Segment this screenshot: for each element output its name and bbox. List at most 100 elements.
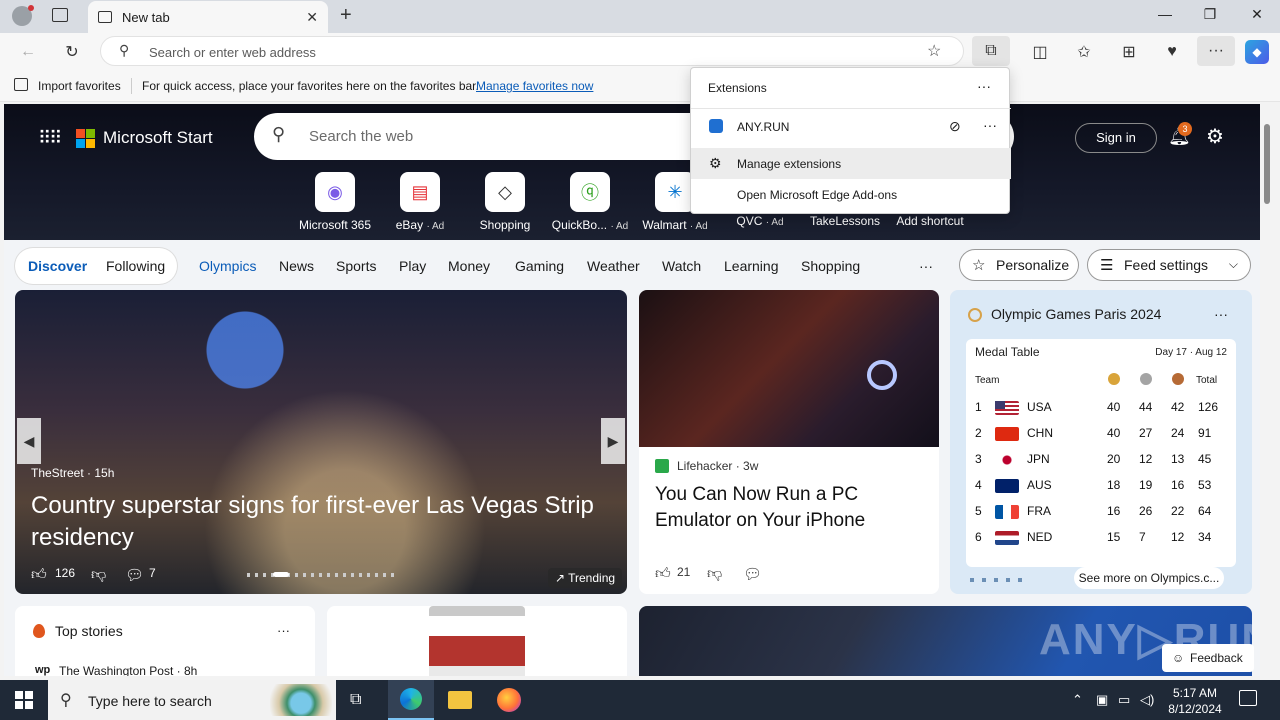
system-clock[interactable]: 5:17 AM 8/12/2024 [1160, 685, 1230, 717]
quick-link-takelessons[interactable]: TakeLessons [805, 214, 885, 228]
nav-play[interactable]: Play [399, 258, 426, 274]
import-favorites-button[interactable]: Import favorites [38, 79, 121, 93]
manage-extensions-item[interactable]: ⚙ Manage extensions [691, 148, 1011, 179]
import-icon [14, 78, 28, 91]
tab-title: New tab [122, 9, 170, 25]
address-bar[interactable]: ⚲ Search or enter web address ☆ [100, 36, 964, 66]
table-row[interactable]: 4 AUS 18 19 16 53 [966, 473, 1236, 499]
card-more-icon[interactable]: ··· [1214, 306, 1228, 322]
extensions-icon[interactable]: ⧉ [972, 36, 1010, 66]
table-row[interactable]: 3 JPN 20 12 13 45 [966, 447, 1236, 473]
nav-shopping[interactable]: Shopping [801, 258, 860, 274]
windows-start-icon[interactable] [15, 691, 33, 709]
silver: 27 [1139, 426, 1153, 440]
app-launcher-icon[interactable]: ⠿⠿ [38, 128, 62, 149]
tab-discover[interactable]: Discover [28, 258, 87, 274]
settings-menu-icon[interactable]: ··· [1197, 36, 1235, 66]
brand[interactable]: Microsoft Start [76, 128, 213, 148]
table-row[interactable]: 6 NED 15 7 12 34 [966, 525, 1236, 551]
tab-new-tab[interactable]: New tab ✕ [88, 1, 328, 33]
show-hidden-icons-chevron[interactable]: ⌃ [1072, 692, 1083, 708]
divider [131, 78, 132, 94]
top-stories-title[interactable]: Top stories [55, 623, 123, 639]
extensions-more-icon[interactable]: ··· [977, 78, 991, 94]
total: 64 [1198, 504, 1212, 518]
browser-essentials-icon[interactable]: ♥ [1160, 40, 1184, 64]
extension-more-icon[interactable]: ··· [983, 117, 997, 133]
quick-link-quickbooks[interactable]: ⓠ QuickBo... · Ad [550, 172, 630, 232]
ad-card[interactable] [327, 606, 627, 676]
page-scrollbar[interactable] [1260, 104, 1280, 676]
nav-olympics[interactable]: Olympics [199, 258, 257, 274]
nav-money[interactable]: Money [448, 258, 490, 274]
eye-hidden-icon[interactable]: ⊘ [949, 118, 961, 135]
carousel-next-arrow[interactable]: ▶ [601, 418, 625, 464]
like-icon[interactable]: 👍︎ [655, 565, 671, 583]
dislike-icon[interactable]: 👎︎ [91, 566, 106, 584]
total: 126 [1198, 400, 1219, 414]
scrollbar-thumb[interactable] [1264, 124, 1270, 204]
close-window-button[interactable]: ✕ [1242, 6, 1272, 23]
story-title[interactable]: Country superstar signs for first-ever L… [31, 490, 621, 554]
task-view-icon[interactable]: ⧉ [350, 691, 361, 709]
split-screen-icon[interactable]: ◫ [1028, 40, 1052, 64]
copilot-icon[interactable]: ◆ [1245, 40, 1269, 64]
story-title[interactable]: You Can Now Run a PC Emulator on Your iP… [655, 482, 925, 534]
open-edge-addons-item[interactable]: Open Microsoft Edge Add-ons [691, 179, 1011, 210]
quick-link-ebay[interactable]: ▤ eBay · Ad [380, 172, 460, 232]
network-icon[interactable]: ▭ [1118, 692, 1130, 708]
story-card[interactable]: ANY▷RUN [639, 606, 1252, 676]
table-row[interactable]: 2 CHN 40 27 24 91 [966, 421, 1236, 447]
top-stories-card: Top stories ··· wp The Washington Post ·… [15, 606, 315, 676]
story-card[interactable]: Lifehacker · 3w You Can Now Run a PC Emu… [639, 290, 939, 594]
quick-link-microsoft-365[interactable]: ◉ Microsoft 365 [295, 172, 375, 232]
page-settings-gear-icon[interactable]: ⚙ [1206, 124, 1224, 149]
like-icon[interactable]: 👍︎ [31, 566, 47, 584]
favorites-icon[interactable]: ✩ [1072, 40, 1096, 64]
sign-in-button[interactable]: Sign in [1075, 123, 1157, 153]
quick-link-qvc[interactable]: QVC · Ad [720, 214, 800, 228]
extension-item-anyrun[interactable]: ANY.RUN ⊘ ··· [691, 111, 1011, 142]
personalize-button[interactable]: ☆ Personalize [959, 249, 1079, 281]
close-tab-icon[interactable]: ✕ [306, 9, 318, 26]
tab-actions-icon[interactable] [52, 8, 68, 22]
quick-link-shopping[interactable]: ◇ Shopping [465, 172, 545, 232]
notification-count-badge: 3 [1178, 122, 1192, 136]
comment-icon[interactable]: 💬︎ [125, 566, 144, 584]
refresh-icon[interactable]: ↻ [60, 40, 84, 64]
back-icon[interactable]: ← [16, 40, 40, 64]
file-explorer-icon[interactable] [448, 691, 472, 709]
feed-settings-button[interactable]: ☰ Feed settings ⌵ [1087, 249, 1251, 281]
minimize-button[interactable]: — [1150, 6, 1180, 22]
feedback-button[interactable]: ☺ Feedback [1162, 644, 1254, 672]
device-icon[interactable]: ▣ [1096, 692, 1108, 708]
manage-favorites-link[interactable]: Manage favorites now [476, 79, 593, 93]
table-row[interactable]: 1 USA 40 44 42 126 [966, 395, 1236, 421]
tab-following[interactable]: Following [106, 258, 165, 274]
firefox-icon[interactable] [497, 688, 521, 712]
collections-icon[interactable]: ⊞ [1117, 40, 1141, 64]
olympics-title[interactable]: Olympic Games Paris 2024 [991, 306, 1161, 322]
favorite-star-icon[interactable]: ☆ [927, 41, 941, 61]
new-tab-button[interactable]: + [340, 4, 352, 27]
nav-watch[interactable]: Watch [662, 258, 701, 274]
notification-center-icon[interactable] [1239, 690, 1257, 706]
table-row[interactable]: 5 FRA 16 26 22 64 [966, 499, 1236, 525]
nav-gaming[interactable]: Gaming [515, 258, 564, 274]
volume-icon[interactable]: ◁) [1140, 692, 1154, 708]
nav-learning[interactable]: Learning [724, 258, 779, 274]
edge-taskbar-icon[interactable] [388, 680, 434, 720]
add-shortcut-button[interactable]: Add shortcut [890, 214, 970, 228]
restore-button[interactable]: ❐ [1195, 6, 1225, 23]
nav-sports[interactable]: Sports [336, 258, 376, 274]
nav-news[interactable]: News [279, 258, 314, 274]
comment-icon[interactable]: 💬︎ [743, 565, 762, 583]
taskbar-search[interactable]: ⚲ Type here to search [48, 680, 336, 720]
nav-more-icon[interactable]: ··· [919, 258, 933, 274]
see-more-olympics-link[interactable]: See more on Olympics.c... [1074, 567, 1224, 589]
card-more-icon[interactable]: ··· [277, 623, 290, 638]
carousel-prev-arrow[interactable]: ◀ [17, 418, 41, 464]
dislike-icon[interactable]: 👎︎ [707, 565, 722, 583]
nav-weather[interactable]: Weather [587, 258, 640, 274]
hero-story-card[interactable]: ◀ ▶ TheStreet · 15h Country superstar si… [15, 290, 627, 594]
